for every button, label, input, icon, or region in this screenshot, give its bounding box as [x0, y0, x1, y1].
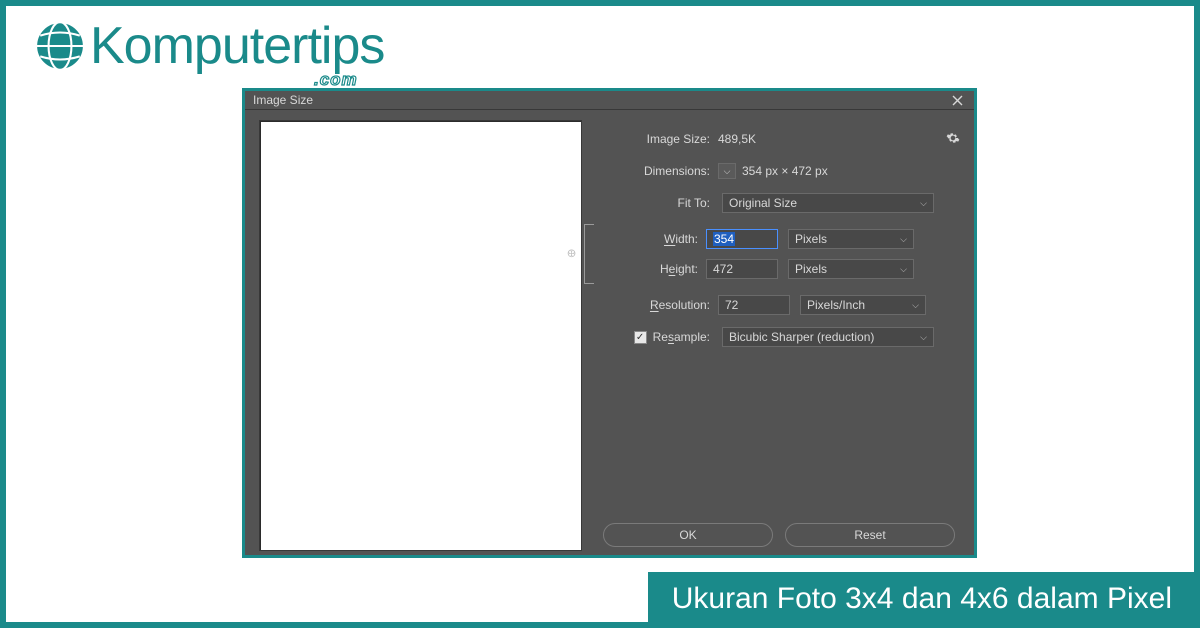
width-label: Width:: [600, 232, 706, 246]
resolution-unit-value: Pixels/Inch: [807, 298, 865, 312]
dimensions-dropdown-icon[interactable]: ⌵: [718, 163, 736, 179]
ok-button[interactable]: OK: [603, 523, 773, 547]
height-input[interactable]: 472: [706, 259, 778, 279]
chevron-down-icon: ⌵: [900, 234, 907, 245]
width-unit-value: Pixels: [795, 232, 827, 246]
width-unit-select[interactable]: Pixels ⌵: [788, 229, 914, 249]
height-value: 472: [713, 262, 733, 276]
image-size-value: 489,5K: [718, 132, 756, 146]
link-constrain-icon[interactable]: 𐃏: [584, 224, 594, 284]
resample-label: Resample:: [653, 330, 710, 344]
chevron-down-icon: ⌵: [912, 300, 919, 311]
close-icon[interactable]: [948, 91, 966, 109]
page-caption: Ukuran Foto 3x4 dan 4x6 dalam Pixel: [648, 572, 1200, 628]
width-input[interactable]: 354: [706, 229, 778, 249]
width-value: 354: [713, 232, 735, 246]
resolution-unit-select[interactable]: Pixels/Inch ⌵: [800, 295, 926, 315]
resample-value: Bicubic Sharper (reduction): [729, 330, 874, 344]
resolution-value: 72: [725, 298, 738, 312]
resolution-label: Resolution:: [598, 298, 718, 312]
chevron-down-icon: ⌵: [920, 198, 927, 209]
dimensions-value: 354 px × 472 px: [742, 164, 828, 178]
height-unit-select[interactable]: Pixels ⌵: [788, 259, 914, 279]
height-unit-value: Pixels: [795, 262, 827, 276]
brand-text: Komputertips: [90, 20, 384, 72]
fit-to-label: Fit To:: [598, 196, 718, 210]
image-size-label: Image Size:: [598, 132, 718, 146]
gear-icon[interactable]: [946, 131, 960, 148]
dimensions-label: Dimensions:: [598, 164, 718, 178]
brand-suffix: .com: [314, 70, 358, 90]
resample-label-wrap: ✓ Resample:: [598, 330, 718, 344]
resample-checkbox[interactable]: ✓: [634, 331, 647, 344]
globe-icon: [34, 20, 86, 72]
preview-area: [259, 120, 582, 551]
fit-to-select[interactable]: Original Size ⌵: [722, 193, 934, 213]
chevron-down-icon: ⌵: [900, 264, 907, 275]
controls-panel: Image Size: 489,5K Dimensions: ⌵ 354 px …: [598, 120, 960, 551]
dialog-titlebar: Image Size: [245, 91, 974, 110]
preview-canvas: [261, 122, 581, 550]
reset-button[interactable]: Reset: [785, 523, 955, 547]
image-size-dialog: Image Size Image Size: 489,5K Dimensions…: [242, 88, 977, 558]
resample-select[interactable]: Bicubic Sharper (reduction) ⌵: [722, 327, 934, 347]
resolution-input[interactable]: 72: [718, 295, 790, 315]
height-label: Height:: [600, 262, 706, 276]
dialog-title: Image Size: [253, 93, 948, 107]
fit-to-value: Original Size: [729, 196, 797, 210]
brand-logo: Komputertips: [34, 20, 384, 72]
chevron-down-icon: ⌵: [920, 332, 927, 343]
